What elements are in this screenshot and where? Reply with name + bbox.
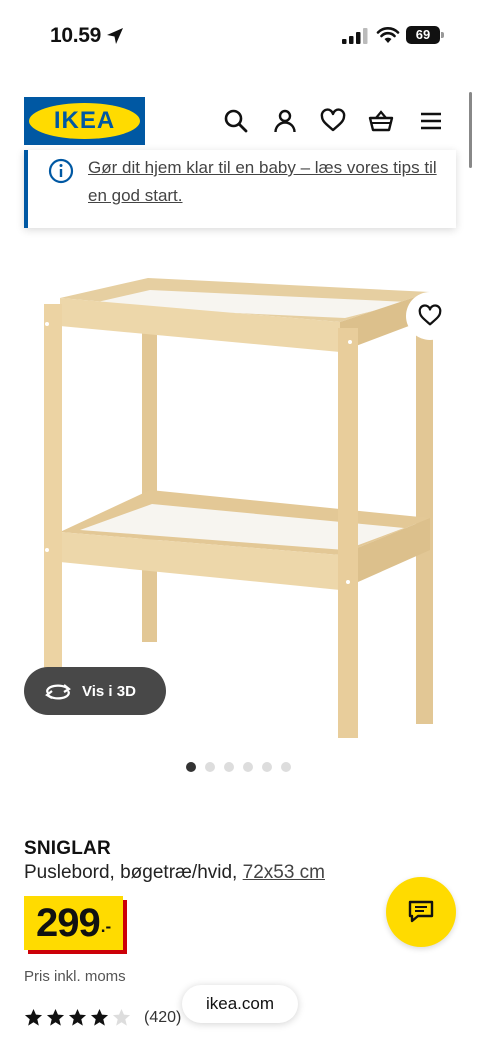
price-decimals: .- xyxy=(100,917,112,936)
star-empty-icon xyxy=(112,1008,131,1026)
price-tag: 299 .- xyxy=(24,896,124,950)
pagination-dot[interactable] xyxy=(186,762,196,772)
search-icon[interactable] xyxy=(223,108,249,134)
pagination-dot[interactable] xyxy=(243,762,253,772)
add-to-favourites-button[interactable] xyxy=(406,292,454,340)
review-count: (420) xyxy=(144,1008,182,1026)
price-main: 299 xyxy=(36,901,101,945)
status-bar: 10.59 69 xyxy=(0,0,480,72)
rotate-3d-icon xyxy=(45,684,71,700)
star-filled-icon xyxy=(68,1008,87,1026)
ikea-logo[interactable]: IKEA xyxy=(24,97,145,145)
basket-icon[interactable] xyxy=(368,108,394,134)
logo-text: IKEA xyxy=(53,107,116,134)
image-pagination xyxy=(186,762,291,772)
view-in-3d-button[interactable]: Vis i 3D xyxy=(24,667,166,715)
product-rating[interactable]: (420) xyxy=(24,1008,181,1027)
product-size-link[interactable]: 72x53 cm xyxy=(243,862,325,883)
location-arrow-icon xyxy=(107,28,123,44)
product-name: SNIGLAR xyxy=(24,838,111,859)
pagination-dot[interactable] xyxy=(205,762,215,772)
pagination-dot[interactable] xyxy=(262,762,272,772)
info-icon xyxy=(48,158,74,184)
heart-icon[interactable] xyxy=(320,108,346,134)
star-filled-icon xyxy=(90,1008,109,1026)
site-header: IKEA xyxy=(0,90,480,154)
chat-icon xyxy=(408,900,434,923)
view-in-3d-label: Vis i 3D xyxy=(82,682,136,700)
account-icon[interactable] xyxy=(272,108,298,134)
pagination-dot[interactable] xyxy=(281,762,291,772)
menu-icon[interactable] xyxy=(418,108,444,134)
page-scrollbar[interactable] xyxy=(469,92,472,168)
star-filled-icon xyxy=(24,1008,43,1026)
pagination-dot[interactable] xyxy=(224,762,234,772)
product-description: Puslebord, bøgetræ/hvid, 72x53 cm xyxy=(24,862,325,884)
info-banner[interactable]: Gør dit hjem klar til en baby – læs vore… xyxy=(24,150,456,228)
wifi-icon xyxy=(376,27,400,43)
browser-url-bar[interactable]: ikea.com xyxy=(182,985,298,1023)
status-time: 10.59 xyxy=(50,24,102,47)
heart-icon xyxy=(418,304,442,326)
cellular-signal-icon xyxy=(342,28,368,44)
banner-link[interactable]: Gør dit hjem klar til en baby – læs vore… xyxy=(88,154,448,210)
vat-note: Pris inkl. moms xyxy=(24,968,126,985)
product-type: Puslebord, bøgetræ/hvid, xyxy=(24,862,238,883)
star-filled-icon xyxy=(46,1008,65,1026)
battery-indicator: 69 xyxy=(406,26,444,44)
chat-button[interactable] xyxy=(386,877,456,947)
